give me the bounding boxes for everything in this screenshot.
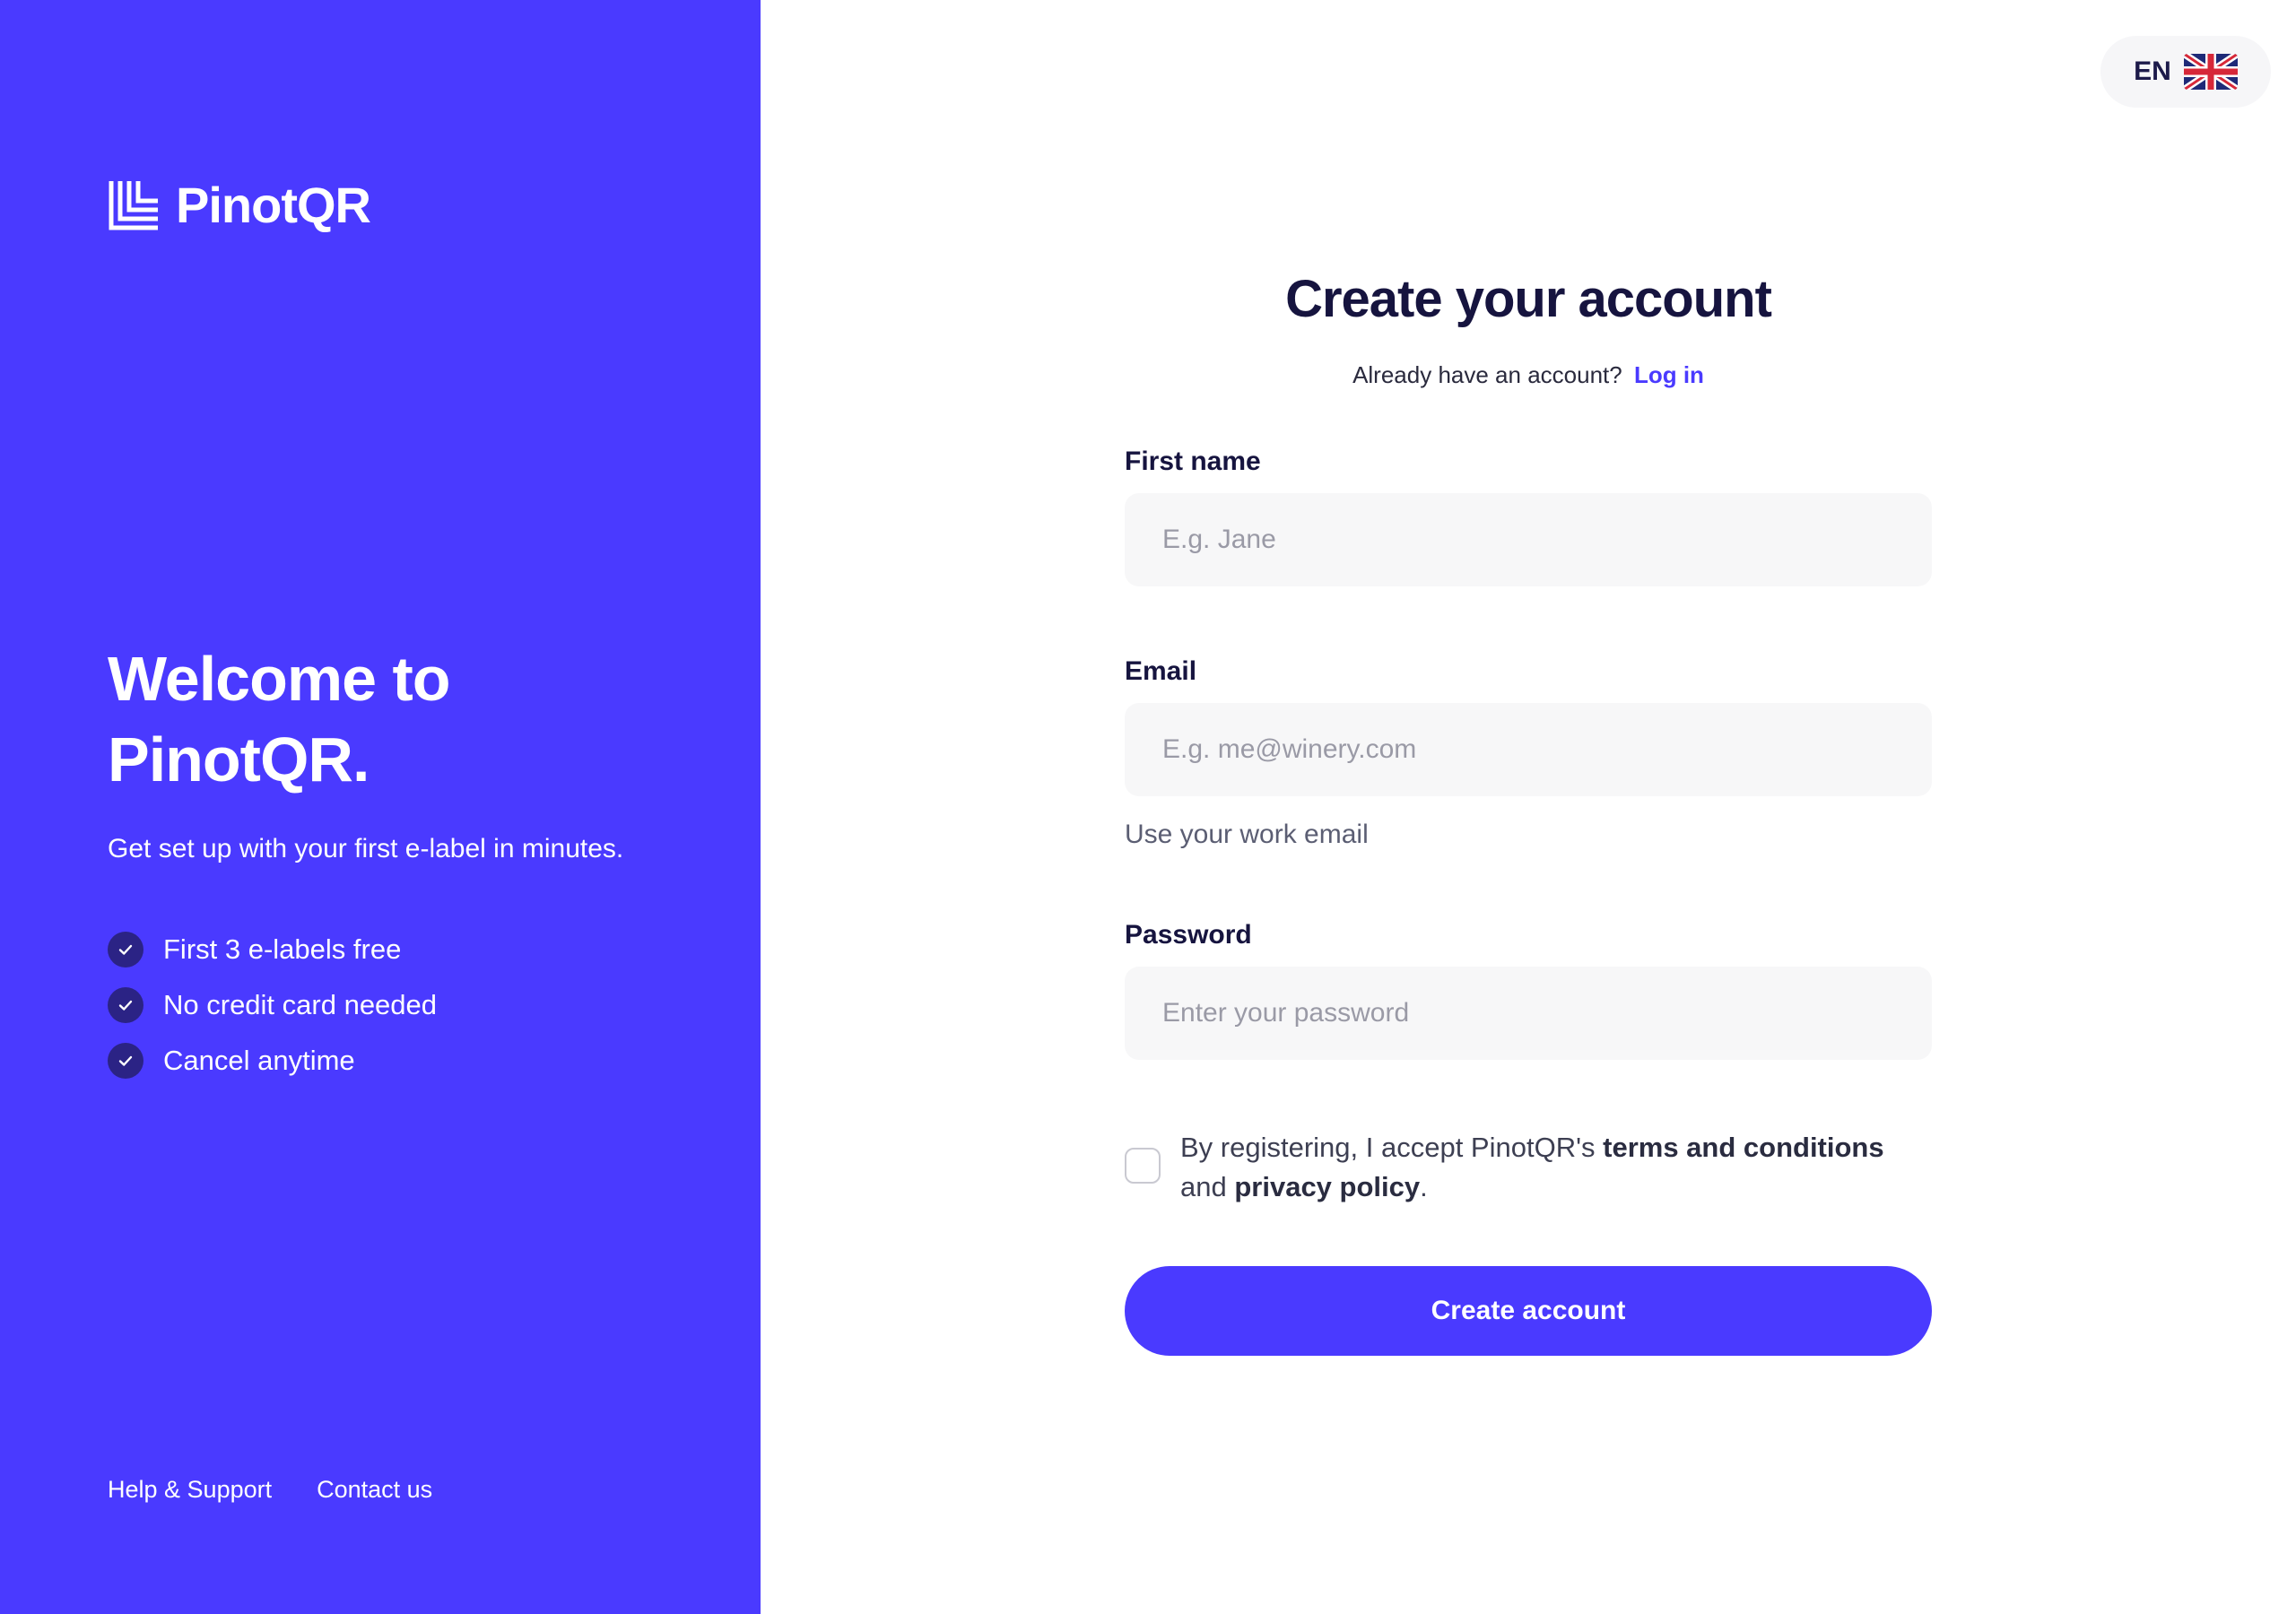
create-account-button[interactable]: Create account [1125, 1266, 1932, 1356]
benefits-list: First 3 e-labels free No credit card nee… [108, 922, 437, 1089]
footer-links: Help & Support Contact us [108, 1476, 432, 1504]
signup-form: Create your account Already have an acco… [1125, 269, 1932, 1356]
pinotqr-logo-icon [109, 180, 158, 230]
help-support-link[interactable]: Help & Support [108, 1476, 272, 1504]
form-panel: EN Create your account Already have an a… [761, 0, 2296, 1614]
login-link[interactable]: Log in [1634, 361, 1704, 388]
email-label: Email [1125, 656, 1197, 686]
first-name-input[interactable] [1125, 493, 1932, 586]
check-icon [108, 987, 144, 1023]
brand-panel: PinotQR Welcome to PinotQR. Get set up w… [0, 0, 761, 1614]
contact-us-link[interactable]: Contact us [317, 1476, 432, 1504]
check-icon [108, 932, 144, 968]
password-label: Password [1125, 920, 1252, 950]
first-name-group: First name [1125, 447, 1932, 586]
benefit-label: No credit card needed [163, 989, 438, 1020]
benefit-item: Cancel anytime [108, 1033, 437, 1089]
welcome-heading: Welcome to PinotQR. [108, 638, 646, 800]
language-code: EN [2134, 56, 2171, 86]
email-hint: Use your work email [1125, 820, 1369, 849]
privacy-link[interactable]: privacy policy [1234, 1171, 1420, 1202]
terms-text: By registering, I accept PinotQR's terms… [1180, 1128, 1932, 1207]
check-icon [108, 1043, 144, 1079]
first-name-label: First name [1125, 447, 1261, 476]
benefit-item: First 3 e-labels free [108, 922, 437, 977]
brand-logo[interactable]: PinotQR [108, 176, 371, 234]
terms-suffix: . [1420, 1171, 1428, 1202]
language-switcher[interactable]: EN [2100, 36, 2271, 108]
password-group: Password [1125, 920, 1932, 1060]
brand-name: PinotQR [176, 177, 371, 233]
email-group: Email Use your work email [1125, 656, 1932, 850]
benefit-item: No credit card needed [108, 977, 437, 1033]
welcome-line-2: PinotQR. [108, 725, 370, 794]
terms-link[interactable]: terms and conditions [1603, 1132, 1883, 1163]
login-prompt-line: Already have an account? Log in [1125, 361, 1932, 389]
terms-checkbox[interactable] [1125, 1148, 1161, 1184]
welcome-line-1: Welcome to [108, 644, 451, 714]
email-input[interactable] [1125, 703, 1932, 796]
terms-prefix: By registering, I accept PinotQR's [1180, 1132, 1604, 1163]
uk-flag-icon [2183, 54, 2238, 90]
terms-middle: and [1180, 1171, 1235, 1202]
welcome-tagline: Get set up with your first e-label in mi… [108, 834, 624, 863]
login-prompt: Already have an account? [1352, 361, 1622, 388]
benefit-label: Cancel anytime [163, 1045, 355, 1076]
password-input[interactable] [1125, 967, 1932, 1060]
benefit-label: First 3 e-labels free [163, 933, 402, 965]
signup-page: PinotQR Welcome to PinotQR. Get set up w… [0, 0, 2296, 1614]
form-title: Create your account [1285, 270, 1772, 328]
terms-row: By registering, I accept PinotQR's terms… [1125, 1128, 1932, 1207]
